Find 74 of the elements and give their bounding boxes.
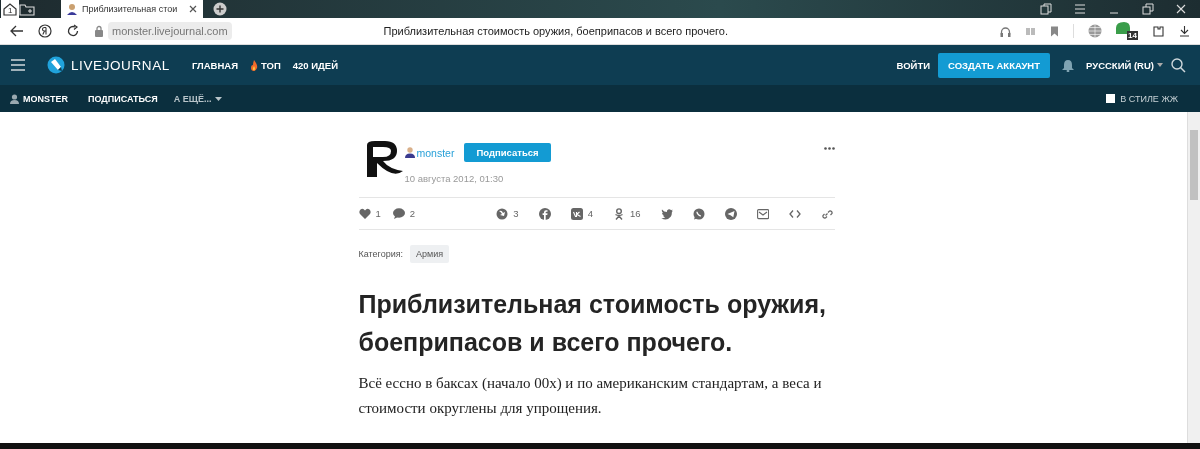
- telegram-icon: [724, 207, 737, 220]
- category-label: Категория:: [358, 249, 404, 259]
- checkbox-label: В СТИЛЕ ЖЖ: [1120, 93, 1178, 104]
- share-button[interactable]: 16: [612, 207, 641, 220]
- nav-link[interactable]: 420 ИДЕЙ: [292, 59, 339, 71]
- person-icon: [67, 3, 77, 15]
- tab-count: 1: [8, 6, 13, 15]
- yandex-icon[interactable]: [38, 24, 52, 38]
- bookmark-icon[interactable]: [1050, 25, 1059, 37]
- link-icon: [820, 207, 833, 220]
- facebook-icon: [538, 207, 551, 220]
- share-button[interactable]: [692, 207, 705, 220]
- nav-link[interactable]: ТОП: [250, 59, 281, 71]
- reload-icon[interactable]: [66, 24, 80, 38]
- like-button[interactable]: 1: [358, 208, 381, 219]
- comments-button[interactable]: 2: [392, 208, 416, 219]
- user-icon: [404, 147, 415, 158]
- share-button[interactable]: 3: [496, 207, 519, 220]
- twitter-icon: [660, 207, 673, 220]
- share-button[interactable]: 4: [570, 207, 593, 220]
- share-button[interactable]: [660, 207, 673, 220]
- browser-tab[interactable]: Приблизительная стои: [61, 0, 203, 18]
- search-icon[interactable]: [1171, 57, 1186, 73]
- page-title: Приблизительная стоимость оружия, боеприпасов и всего прочего.: [382, 25, 729, 37]
- post-title: Приблизительная стоимость оружия, боеприпасов и всего прочего.: [358, 289, 827, 358]
- lock-icon: [94, 25, 104, 37]
- more-menu[interactable]: А ЕЩЁ...: [173, 93, 223, 104]
- caret-icon: [1157, 63, 1163, 67]
- restore-icon[interactable]: [1142, 3, 1154, 15]
- post-date: 10 августа 2012, 01:30: [404, 173, 505, 184]
- folder-plus-icon[interactable]: [19, 2, 35, 16]
- share-button[interactable]: [788, 207, 801, 220]
- home-button[interactable]: 1: [1, 0, 19, 18]
- scrollbar[interactable]: [1190, 130, 1198, 200]
- login-link[interactable]: ВОЙТИ: [896, 59, 931, 71]
- user-link[interactable]: MONSTER: [10, 93, 68, 104]
- mail-icon: [756, 207, 769, 220]
- share-button[interactable]: [724, 207, 737, 220]
- embed-icon: [788, 207, 801, 220]
- headphones-icon[interactable]: [1000, 25, 1011, 37]
- vk-icon: [570, 207, 583, 220]
- heart-icon: [358, 208, 371, 219]
- extension-badge: 14: [1127, 31, 1138, 40]
- back-icon[interactable]: [10, 25, 24, 37]
- speech-bubble-icon: [392, 208, 405, 219]
- menu-icon[interactable]: [1074, 4, 1086, 14]
- more-icon[interactable]: [823, 147, 835, 150]
- share-button[interactable]: [538, 207, 551, 220]
- logo-text[interactable]: LIVEJOURNAL: [71, 57, 170, 73]
- extensions-icon[interactable]: [1152, 24, 1165, 38]
- checkbox[interactable]: [1106, 94, 1116, 103]
- tabs-icon[interactable]: [1040, 3, 1052, 15]
- post-lead: Всё ессно в баксах (начало 00х) и по американским стандартам, а веса и стоимости округлены для упрощения.: [358, 374, 823, 418]
- odnoklassniki-icon: [612, 207, 625, 220]
- flame-icon: [250, 59, 258, 71]
- user-icon: [10, 93, 19, 104]
- tab-title: Приблизительная стои: [82, 4, 179, 14]
- new-tab-icon[interactable]: [213, 2, 227, 16]
- language-selector[interactable]: РУССКИЙ (RU): [1086, 59, 1163, 71]
- home-icon: [3, 2, 17, 16]
- logo-icon: [47, 56, 65, 74]
- close-icon[interactable]: [189, 5, 197, 13]
- extension-button[interactable]: 14: [1116, 22, 1138, 40]
- nav-link[interactable]: ГЛАВНАЯ: [191, 59, 238, 71]
- download-icon[interactable]: [1179, 25, 1190, 37]
- whatsapp-icon: [692, 207, 705, 220]
- menu-icon[interactable]: [11, 59, 25, 71]
- bell-icon[interactable]: [1062, 58, 1074, 72]
- category-tag[interactable]: Армия: [410, 245, 450, 263]
- caret-icon: [215, 96, 223, 101]
- share-button[interactable]: [820, 207, 833, 220]
- address-field[interactable]: monster.livejournal.com: [108, 22, 232, 40]
- share-button[interactable]: [756, 207, 769, 220]
- subscribe-link[interactable]: ПОДПИСАТЬСЯ: [88, 93, 158, 104]
